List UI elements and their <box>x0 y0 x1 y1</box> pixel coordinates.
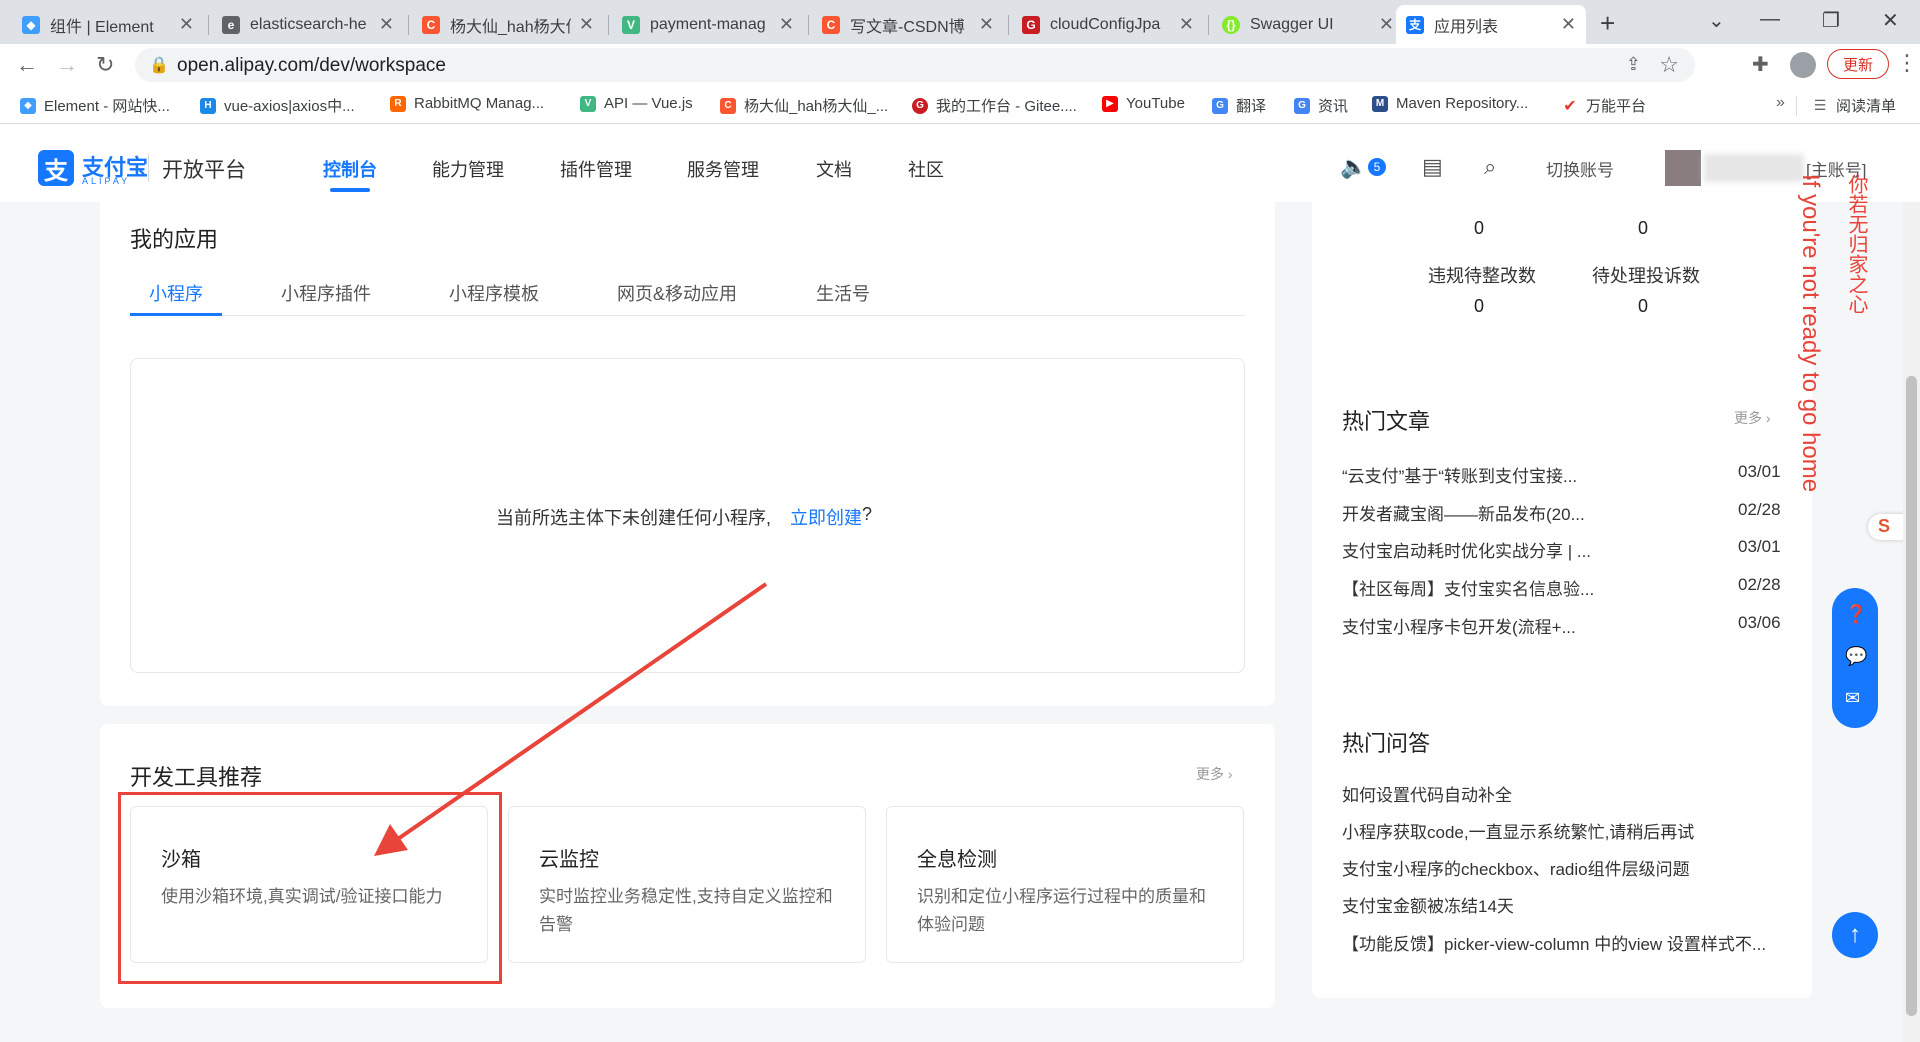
alipay-favicon-icon: 支 <box>1406 15 1424 34</box>
checkmark-favicon-icon: ✔ <box>1563 97 1577 115</box>
csdn-favicon-icon: C <box>822 15 840 34</box>
back-icon[interactable]: ← <box>16 52 38 78</box>
close-tab-icon[interactable]: ✕ <box>1179 14 1194 35</box>
elasticsearch-favicon-icon: e <box>222 15 240 34</box>
forward-icon[interactable]: → <box>56 52 78 78</box>
reading-list-icon: ☰ <box>1813 97 1827 113</box>
browser-toolbar: ← → ↻ 🔒 open.alipay.com/dev/workspace ⇪ … <box>0 44 1920 86</box>
bookmark-item[interactable]: H vue-axios|axios中... <box>200 95 355 116</box>
update-button[interactable]: 更新 <box>1827 49 1889 79</box>
reload-icon[interactable]: ↻ <box>96 52 114 78</box>
lock-icon[interactable]: 🔒 <box>149 55 169 75</box>
browser-tab[interactable]: {} Swagger UI ✕ <box>1212 5 1404 44</box>
csdn-favicon-icon: C <box>720 97 736 114</box>
maven-favicon-icon: M <box>1372 95 1388 112</box>
annotation-arrow <box>374 582 768 856</box>
hexagon-favicon-icon: H <box>200 97 216 114</box>
rabbitmq-favicon-icon: R <box>390 95 406 112</box>
bookmark-item[interactable]: M Maven Repository... <box>1372 95 1528 112</box>
bookmark-item[interactable]: R RabbitMQ Manag... <box>390 95 544 112</box>
url-text[interactable]: open.alipay.com/dev/workspace <box>177 55 446 77</box>
browser-tab[interactable]: ◆ 组件 | Element ✕ <box>12 5 204 44</box>
bookmark-item[interactable]: ✔ 万能平台 <box>1562 95 1646 116</box>
new-tab-icon[interactable]: + <box>1600 8 1615 39</box>
bookmark-item[interactable]: V API — Vue.js <box>580 95 693 112</box>
close-tab-icon[interactable]: ✕ <box>579 14 594 35</box>
browser-tab[interactable]: G cloudConfigJpa ✕ <box>1012 5 1204 44</box>
close-tab-icon[interactable]: ✕ <box>179 14 194 35</box>
maximize-icon[interactable]: ❐ <box>1822 8 1840 33</box>
browser-tab[interactable]: V payment-manag ✕ <box>612 5 804 44</box>
page-viewport: 支 支付宝 ALIPAY 开放平台 控制台 能力管理 插件管理 服务管理 文档 … <box>0 124 1920 1042</box>
element-favicon-icon: ◆ <box>22 15 40 34</box>
gitee-favicon-icon: G <box>912 97 928 114</box>
news-favicon-icon: G <box>1294 97 1310 114</box>
browser-tab[interactable]: C 写文章-CSDN博 ✕ <box>812 5 1004 44</box>
minimize-icon[interactable]: — <box>1760 8 1780 31</box>
bookmark-item[interactable]: ◆ Element - 网站快... <box>20 95 170 116</box>
close-tab-icon[interactable]: ✕ <box>1379 14 1394 35</box>
browser-tab[interactable]: C 杨大仙_hah杨大仙 ✕ <box>412 5 604 44</box>
reading-list[interactable]: ☰ 阅读清单 <box>1812 95 1896 116</box>
extensions-puzzle-icon[interactable]: ✚ <box>1752 52 1769 77</box>
browser-tab[interactable]: e elasticsearch-he ✕ <box>212 5 404 44</box>
close-tab-icon[interactable]: ✕ <box>379 14 394 35</box>
tab-search-chevron-icon[interactable]: ⌄ <box>1708 8 1725 33</box>
bookmark-item[interactable]: ▶ YouTube <box>1102 95 1185 112</box>
share-icon[interactable]: ⇪ <box>1626 54 1641 75</box>
close-tab-icon[interactable]: ✕ <box>979 14 994 35</box>
close-window-icon[interactable]: ✕ <box>1882 8 1899 33</box>
vue-favicon-icon: V <box>580 95 596 112</box>
translate-favicon-icon: G <box>1212 97 1228 114</box>
browser-tab-strip: ◆ 组件 | Element ✕ e elasticsearch-he ✕ C … <box>0 0 1920 44</box>
bookmark-item[interactable]: C 杨大仙_hah杨大仙_... <box>720 95 888 116</box>
address-bar[interactable]: 🔒 open.alipay.com/dev/workspace ⇪ ☆ <box>135 48 1695 82</box>
swagger-favicon-icon: {} <box>1222 15 1240 34</box>
bookmarks-bar: ◆ Element - 网站快... H vue-axios|axios中...… <box>0 86 1920 124</box>
close-tab-icon[interactable]: ✕ <box>1561 14 1576 35</box>
browser-tab-active[interactable]: 支 应用列表 ✕ <box>1396 5 1586 44</box>
more-bookmarks-icon[interactable]: » <box>1776 94 1785 112</box>
vue-favicon-icon: V <box>622 15 640 34</box>
bookmark-item[interactable]: G 翻译 <box>1212 95 1266 116</box>
close-tab-icon[interactable]: ✕ <box>779 14 794 35</box>
element-favicon-icon: ◆ <box>20 97 36 114</box>
youtube-favicon-icon: ▶ <box>1102 95 1118 112</box>
gitee-favicon-icon: G <box>1022 15 1040 34</box>
chrome-menu-icon[interactable]: ⋮ <box>1896 50 1918 76</box>
profile-avatar-icon[interactable] <box>1790 52 1816 78</box>
bookmark-star-icon[interactable]: ☆ <box>1659 52 1679 78</box>
bookmark-item[interactable]: G 我的工作台 - Gitee.... <box>912 95 1077 116</box>
bookmark-item[interactable]: G 资讯 <box>1294 95 1348 116</box>
csdn-favicon-icon: C <box>422 15 440 34</box>
